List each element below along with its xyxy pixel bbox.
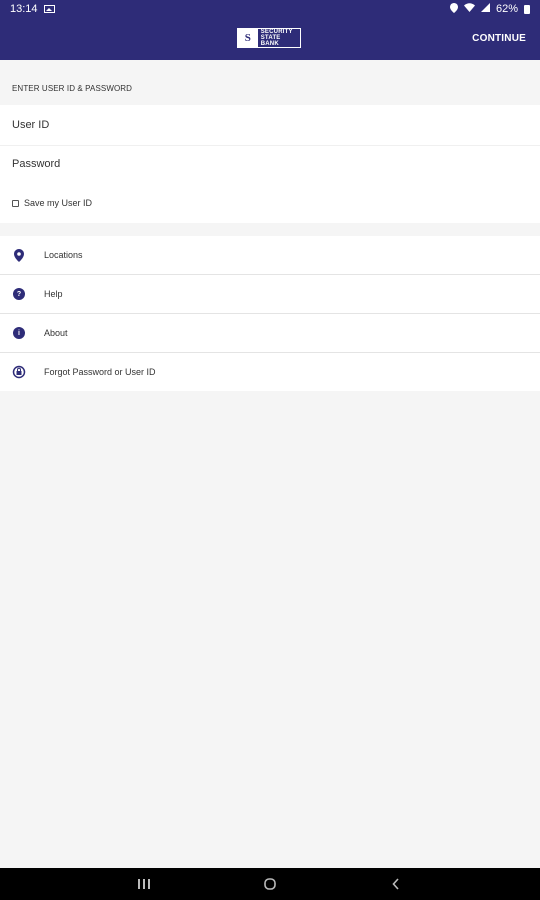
menu-item-forgot[interactable]: Forgot Password or User ID [0, 353, 540, 391]
status-bar: 13:14 62% [0, 0, 540, 18]
info-icon: i [12, 326, 26, 340]
password-input[interactable] [0, 145, 540, 181]
save-user-id-row[interactable]: Save my User ID [12, 198, 92, 208]
menu-label-help: Help [44, 289, 63, 299]
menu-label-forgot: Forgot Password or User ID [44, 367, 156, 377]
menu-item-locations[interactable]: Locations [0, 236, 540, 275]
location-status-icon [449, 2, 458, 16]
logo-text-line2: STATE BANK [260, 35, 281, 47]
battery-percent: 62% [495, 3, 518, 15]
back-icon[interactable] [386, 874, 406, 894]
bank-logo: S SECURITY STATE BANK [237, 28, 301, 48]
signal-icon [480, 3, 490, 15]
reset-lock-icon [12, 365, 26, 379]
question-icon: ? [12, 287, 26, 301]
menu-item-about[interactable]: i About [0, 314, 540, 353]
status-time: 13:14 [10, 3, 38, 15]
status-right: 62% [449, 2, 530, 16]
options-menu: Locations ? Help i About Forgot Password… [0, 236, 540, 391]
continue-button[interactable]: CONTINUE [472, 33, 526, 44]
login-form: Save my User ID [0, 105, 540, 223]
status-left: 13:14 [10, 3, 55, 15]
map-pin-icon [12, 248, 26, 262]
menu-item-help[interactable]: ? Help [0, 275, 540, 314]
save-user-id-checkbox[interactable] [12, 199, 19, 207]
app-bar: S SECURITY STATE BANK CONTINUE [0, 18, 540, 60]
save-user-id-label: Save my User ID [24, 198, 93, 208]
menu-label-locations: Locations [44, 250, 83, 260]
image-notification-icon [43, 5, 55, 13]
login-section-title: ENTER USER ID & PASSWORD [12, 84, 133, 93]
wifi-icon [463, 3, 475, 15]
user-id-input[interactable] [0, 107, 540, 143]
logo-text: SECURITY STATE BANK [258, 29, 300, 47]
menu-label-about: About [44, 328, 68, 338]
recent-apps-icon[interactable] [134, 874, 154, 894]
battery-icon [524, 4, 530, 14]
system-nav-bar [0, 868, 540, 900]
logo-mark: S [238, 29, 258, 47]
home-icon[interactable] [260, 874, 280, 894]
